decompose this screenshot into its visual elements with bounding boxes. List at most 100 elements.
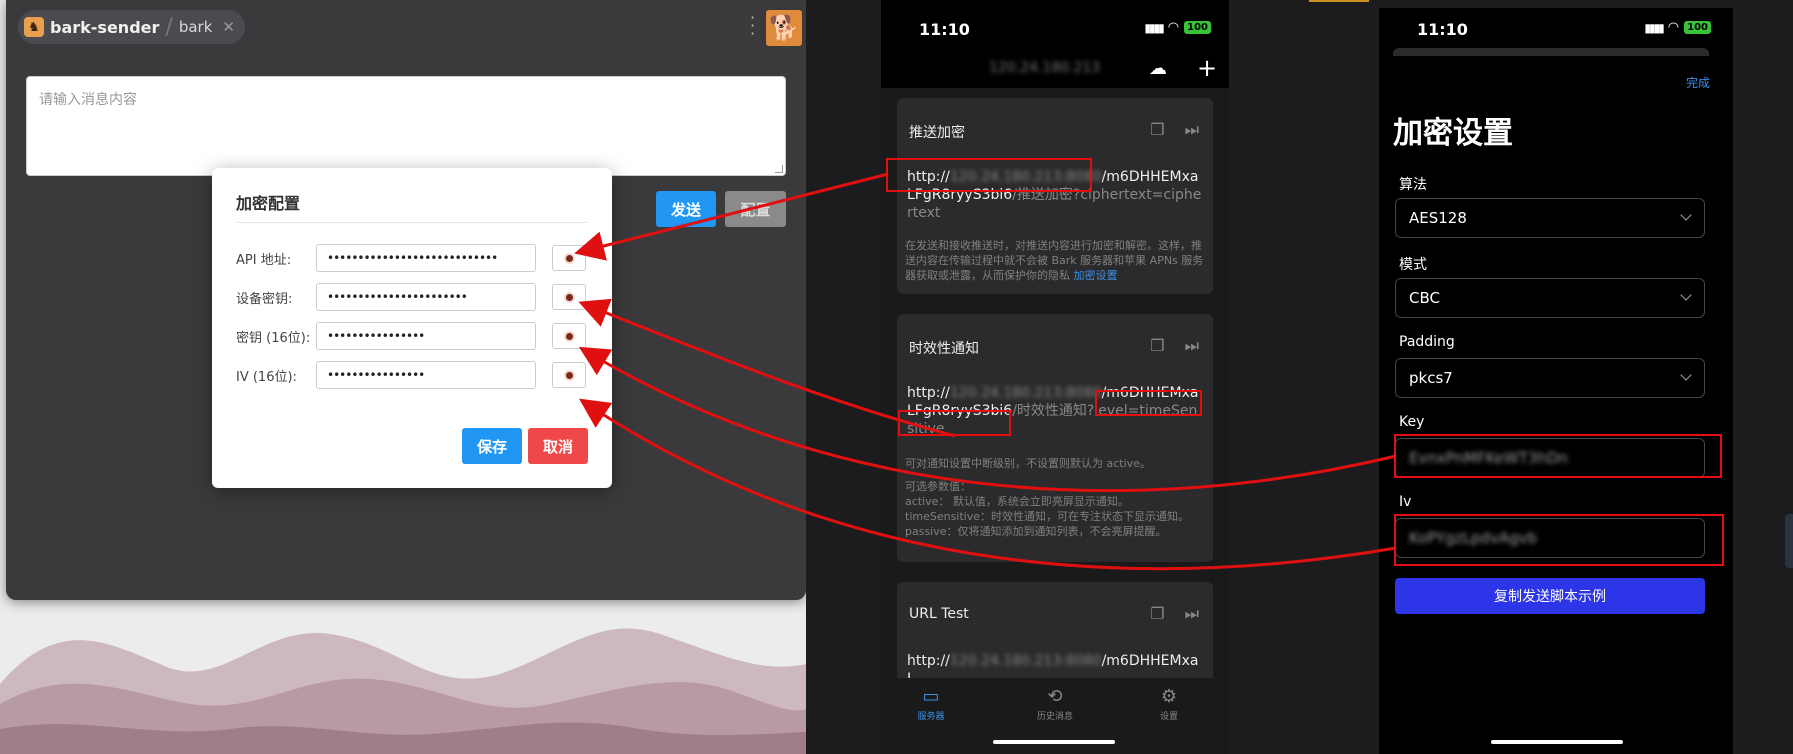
form-row-key: 密钥 (16位): •••••••••••••••• <box>236 322 586 350</box>
done-button[interactable]: 完成 <box>1686 74 1710 91</box>
wifi-icon: ◠ <box>1667 20 1680 35</box>
card-description: 可对通知设置中断级别，不设置则默认为 active。 可选参数值： active… <box>905 456 1205 539</box>
copy-icon[interactable]: ❐ <box>1150 120 1164 140</box>
chevron-down-icon <box>1680 289 1692 301</box>
more-menu-icon[interactable]: · · · <box>750 10 755 42</box>
example-card-url-test: URL Test ❐ ⏭ http://120.24.180.213:8080/… <box>897 582 1213 682</box>
status-icons: ▮▮▮▮ ◠ 100 <box>1644 20 1711 35</box>
phone-server-list: 11:10 ▮▮▮▮ ◠ 100 120.24.180.213 ☁ + 推送加密… <box>881 0 1229 754</box>
cancel-button[interactable]: 取消 <box>528 428 588 464</box>
eye-icon <box>565 371 573 379</box>
card-title: 时效性通知 <box>909 341 979 357</box>
mode-label: 模式 <box>1399 257 1427 273</box>
key-label: Key <box>1399 414 1425 430</box>
home-indicator <box>1491 740 1623 744</box>
iv-label: IV (16位): <box>236 369 297 385</box>
copy-icon[interactable]: ❐ <box>1150 604 1164 624</box>
toggle-visibility-button[interactable] <box>552 284 586 310</box>
example-card-time-sensitive: 时效性通知 ❐ ⏭ http://120.24.180.213:8080/m6D… <box>897 314 1213 562</box>
annotation-box-api-url <box>886 158 1092 192</box>
cloud-icon[interactable]: ☁ <box>1149 58 1167 79</box>
tab-label: 设置 <box>1159 712 1178 722</box>
key-input[interactable]: •••••••••••••••• <box>316 322 536 350</box>
status-bar: 11:10 ▮▮▮▮ ◠ 100 <box>881 0 1229 56</box>
example-card-encryption: 推送加密 ❐ ⏭ http://120.24.180.213:8080/m6DH… <box>897 98 1213 294</box>
sheet-handle <box>1393 48 1709 56</box>
api-url-input[interactable]: •••••••••••••••••••••••••••• <box>316 244 536 272</box>
accent-strip <box>1309 0 1369 2</box>
form-row-device-key: 设备密钥: ••••••••••••••••••••••• <box>236 283 586 311</box>
battery-icon: 100 <box>1684 21 1711 34</box>
app-tab-subtitle: bark <box>178 18 213 36</box>
send-button[interactable]: 发送 <box>656 191 716 227</box>
copy-icon[interactable]: ❐ <box>1150 336 1164 356</box>
desc-line: 可对通知设置中断级别，不设置则默认为 active。 <box>905 457 1151 470</box>
padding-select[interactable]: pkcs7 <box>1395 358 1705 398</box>
eye-icon <box>565 254 573 262</box>
algorithm-select[interactable]: AES128 <box>1395 198 1705 238</box>
annotation-box-iv <box>1394 514 1724 566</box>
annotation-box-device-key-a <box>1095 390 1202 416</box>
toggle-visibility-button[interactable] <box>552 323 586 349</box>
signal-icon: ▮▮▮▮ <box>1144 20 1164 35</box>
window-edge <box>1785 514 1793 568</box>
battery-icon: 100 <box>1184 21 1211 34</box>
avatar[interactable]: 🐕 <box>766 10 802 46</box>
copy-script-button[interactable]: 复制发送脚本示例 <box>1395 578 1705 614</box>
device-key-input[interactable]: ••••••••••••••••••••••• <box>316 283 536 311</box>
desc-line: 可选参数值： <box>905 480 971 493</box>
tab-label: 历史消息 <box>1036 712 1073 722</box>
message-placeholder: 请输入消息内容 <box>39 92 137 108</box>
padding-value: pkcs7 <box>1409 369 1453 387</box>
close-icon[interactable]: ✕ <box>222 18 235 36</box>
app-window: ♞ bark-sender / bark ✕ · · · 🐕 请输入消息内容 发送 … <box>6 0 806 600</box>
server-host: 120.24.180.213 <box>989 60 1101 76</box>
desc-line: timeSensitive：时效性通知，可在专注状态下显示通知。 <box>905 510 1190 523</box>
nav-bar: 120.24.180.213 ☁ + <box>881 54 1229 88</box>
resize-grip-icon[interactable] <box>775 165 783 173</box>
run-icon[interactable]: ⏭ <box>1185 120 1199 140</box>
chevron-down-icon <box>1680 209 1692 221</box>
message-input[interactable]: 请输入消息内容 <box>26 76 786 176</box>
config-button[interactable]: 配置 <box>725 191 786 227</box>
app-logo-icon: ♞ <box>24 17 44 37</box>
wifi-icon: ◠ <box>1167 20 1180 35</box>
run-icon[interactable]: ⏭ <box>1185 336 1199 356</box>
save-button[interactable]: 保存 <box>462 428 522 464</box>
tab-separator: / <box>165 14 173 40</box>
phone-encryption-settings: 11:10 ▮▮▮▮ ◠ 100 完成 加密设置 算法 AES128 模式 CB… <box>1379 8 1733 754</box>
card-actions: ❐ ⏭ <box>1150 120 1199 140</box>
app-tab[interactable]: ♞ bark-sender / bark ✕ <box>18 10 245 44</box>
toggle-visibility-button[interactable] <box>552 245 586 271</box>
mode-select[interactable]: CBC <box>1395 278 1705 318</box>
settings-icon: ⚙ <box>1160 686 1178 707</box>
form-row-iv: IV (16位): •••••••••••••••• <box>236 361 586 389</box>
card-actions: ❐ ⏭ <box>1150 604 1199 624</box>
tab-label: 服务器 <box>917 712 945 722</box>
card-description-text: 在发送和接收推送时，对推送内容进行加密和解密。这样，推送内容在传输过程中就不会被… <box>905 239 1204 282</box>
api-url-label: API 地址: <box>236 252 292 268</box>
card-actions: ❐ ⏭ <box>1150 336 1199 356</box>
desc-line: active： 默认值，系统会立即亮屏显示通知。 <box>905 495 1129 508</box>
encryption-settings-link[interactable]: 加密设置 <box>1074 269 1118 282</box>
toggle-visibility-button[interactable] <box>552 362 586 388</box>
annotation-box-key <box>1394 434 1722 478</box>
iv-input[interactable]: •••••••••••••••• <box>316 361 536 389</box>
server-icon: ▭ <box>922 686 940 707</box>
run-icon[interactable]: ⏭ <box>1185 604 1199 624</box>
app-tab-title: bark-sender <box>50 17 160 37</box>
signal-icon: ▮▮▮▮ <box>1644 20 1664 35</box>
divider <box>236 222 588 223</box>
add-server-icon[interactable]: + <box>1197 54 1217 82</box>
iv-label: Iv <box>1399 494 1412 510</box>
url-host-blurred: 120.24.180.213:8080 <box>949 653 1102 669</box>
padding-label: Padding <box>1399 334 1455 350</box>
status-time: 11:10 <box>919 20 970 39</box>
tab-servers[interactable]: ▭ 服务器 <box>901 686 961 722</box>
eye-icon <box>565 332 573 340</box>
annotation-box-device-key-b <box>898 410 1011 436</box>
mode-value: CBC <box>1409 289 1440 307</box>
eye-icon <box>565 293 573 301</box>
tab-history[interactable]: ⟲ 历史消息 <box>1025 686 1085 722</box>
tab-settings[interactable]: ⚙ 设置 <box>1139 686 1199 722</box>
